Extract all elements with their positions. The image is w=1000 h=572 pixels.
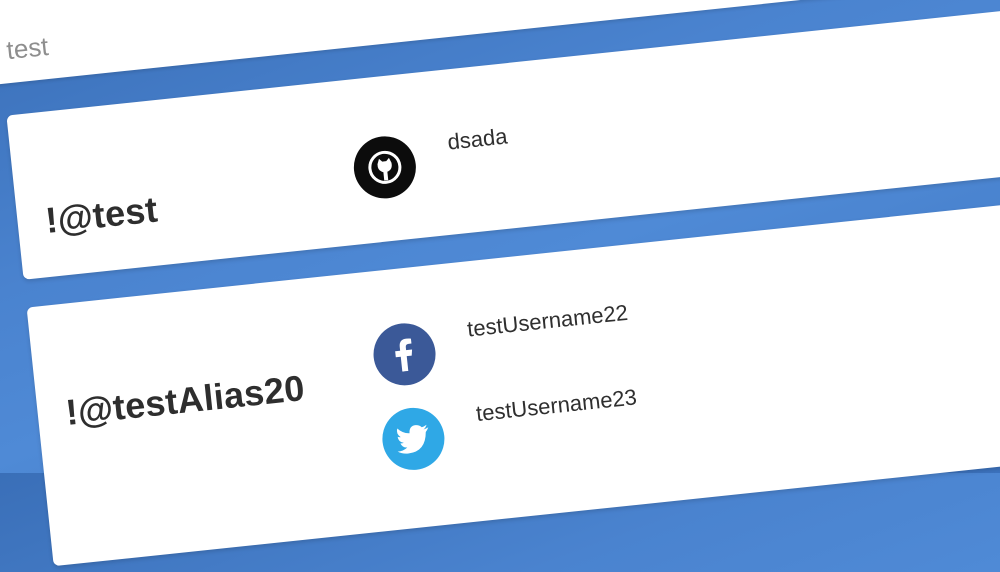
twitter-icon	[379, 404, 448, 473]
alias-name: !@test	[43, 188, 160, 242]
account-username: dsada	[446, 123, 509, 155]
stage: !@test dsada !@testAlias20 testUsername2…	[0, 0, 1000, 567]
alias-name: !@testAlias20	[63, 367, 307, 433]
facebook-icon	[370, 320, 439, 389]
github-icon	[350, 133, 419, 202]
account-username: testUsername22	[465, 299, 630, 342]
account-row[interactable]: dsada	[350, 88, 855, 202]
account-username: testUsername23	[474, 384, 638, 427]
